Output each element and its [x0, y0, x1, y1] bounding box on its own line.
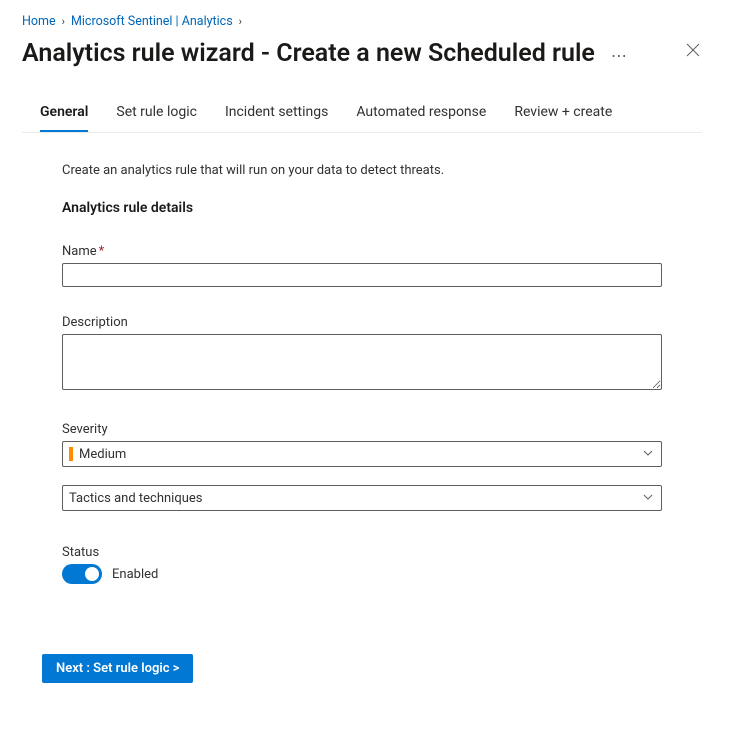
severity-color-swatch: [69, 447, 73, 461]
next-button[interactable]: Next : Set rule logic >: [42, 654, 193, 683]
status-label: Status: [62, 545, 662, 560]
description-textarea[interactable]: [62, 334, 662, 390]
required-marker: *: [99, 244, 105, 259]
breadcrumb-home[interactable]: Home: [22, 14, 56, 29]
tab-general[interactable]: General: [40, 98, 88, 132]
tab-review-create[interactable]: Review + create: [514, 98, 612, 132]
page-title: Analytics rule wizard - Create a new Sch…: [22, 39, 595, 68]
chevron-right-icon: ›: [239, 15, 242, 28]
close-icon[interactable]: [686, 39, 702, 60]
severity-label: Severity: [62, 422, 662, 437]
breadcrumb-sentinel-analytics[interactable]: Microsoft Sentinel | Analytics: [71, 14, 233, 29]
section-title: Analytics rule details: [62, 200, 662, 216]
tab-automated-response[interactable]: Automated response: [356, 98, 486, 132]
tab-incident-settings[interactable]: Incident settings: [225, 98, 328, 132]
tab-set-rule-logic[interactable]: Set rule logic: [116, 98, 197, 132]
more-icon[interactable]: ⋯: [611, 44, 628, 64]
chevron-down-icon: [643, 491, 653, 506]
name-input[interactable]: [62, 263, 662, 287]
tactics-placeholder: Tactics and techniques: [69, 491, 203, 506]
page-header: Analytics rule wizard - Create a new Sch…: [22, 39, 702, 68]
chevron-down-icon: [643, 447, 653, 462]
status-toggle[interactable]: [62, 564, 102, 584]
chevron-right-icon: ›: [62, 15, 65, 28]
name-label: Name*: [62, 244, 662, 259]
tactics-select[interactable]: Tactics and techniques: [62, 485, 662, 511]
breadcrumb: Home › Microsoft Sentinel | Analytics ›: [22, 14, 702, 29]
toggle-knob: [85, 567, 99, 581]
intro-text: Create an analytics rule that will run o…: [62, 163, 662, 178]
severity-select[interactable]: Medium: [62, 441, 662, 467]
description-label: Description: [62, 315, 662, 330]
tab-bar: General Set rule logic Incident settings…: [22, 98, 702, 133]
status-state-text: Enabled: [112, 567, 158, 582]
severity-selected-value: Medium: [79, 447, 126, 462]
